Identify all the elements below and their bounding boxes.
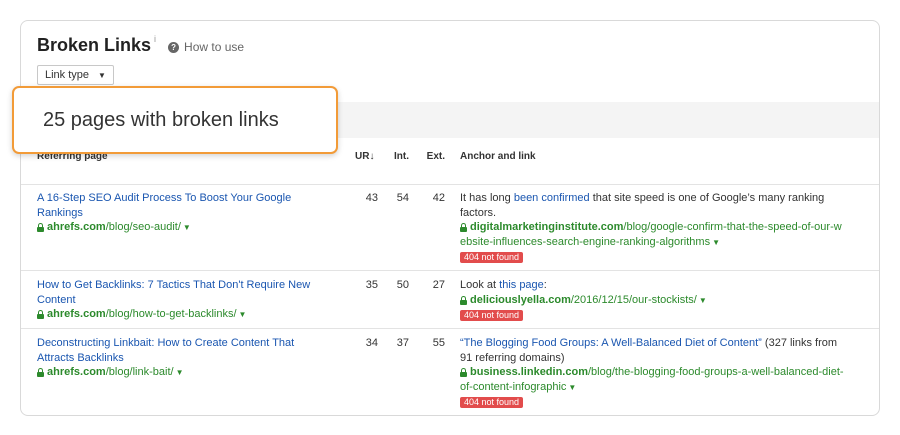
status-badge: 404 not found	[460, 310, 524, 321]
col-ur[interactable]: UR↓	[355, 151, 374, 162]
ext-value: 27	[432, 279, 445, 291]
referring-title[interactable]: A 16-Step SEO Audit Process To Boost You…	[37, 191, 337, 220]
lock-icon	[37, 368, 44, 377]
referring-url[interactable]: ahrefs.com/blog/link-bait/▼	[37, 365, 337, 381]
table-row-3-anchor: “The Blogging Food Groups: A Well-Balanc…	[460, 336, 875, 410]
referring-url[interactable]: ahrefs.com/blog/seo-audit/▼	[37, 220, 337, 236]
col-ext[interactable]: Ext.	[415, 151, 445, 162]
table-row-2-referring: How to Get Backlinks: 7 Tactics That Don…	[37, 278, 337, 323]
caret-down-icon: ▼	[98, 70, 106, 80]
table-row-1-anchor: It has long been confirmed that site spe…	[460, 191, 875, 265]
sort-down-icon: ↓	[369, 151, 375, 162]
header-divider	[21, 184, 879, 185]
url-dropdown-icon[interactable]: ▼	[176, 368, 184, 377]
table-row-3-referring: Deconstructing Linkbait: How to Create C…	[37, 336, 337, 381]
ur-value: 34	[365, 337, 378, 349]
callout-text: 25 pages with broken links	[43, 108, 279, 131]
anchor-text: It has long been confirmed that site spe…	[460, 192, 825, 219]
anchor-link[interactable]: been confirmed	[514, 192, 590, 204]
lock-icon	[460, 368, 467, 377]
lock-icon	[460, 295, 467, 305]
lock-icon	[37, 223, 44, 232]
url-dropdown-icon[interactable]: ▼	[183, 223, 191, 232]
url-dropdown-icon[interactable]: ▼	[239, 310, 247, 319]
url-dropdown-icon[interactable]: ▼	[568, 383, 576, 392]
how-to-use-link[interactable]: ? How to use	[168, 40, 244, 54]
page-title: Broken Links	[37, 35, 152, 55]
referring-title[interactable]: Deconstructing Linkbait: How to Create C…	[37, 336, 337, 365]
info-icon[interactable]: i	[154, 34, 156, 44]
how-to-use-label: How to use	[184, 40, 245, 54]
referring-url[interactable]: ahrefs.com/blog/how-to-get-backlinks/▼	[37, 307, 337, 323]
target-url[interactable]: business.linkedin.com/blog/the-blogging-…	[460, 365, 875, 395]
col-ur-label: UR	[355, 151, 370, 162]
question-icon: ?	[168, 41, 180, 53]
ext-value: 55	[432, 337, 445, 349]
row-divider	[21, 270, 879, 271]
lock-icon	[37, 310, 44, 319]
broken-links-card: Broken Links i ? How to use Link type ▼ …	[20, 20, 880, 416]
link-type-dropdown[interactable]: Link type ▼	[37, 65, 114, 85]
table-row-2-anchor: Look at this page: deliciouslyella.com/2…	[460, 278, 875, 323]
title-row: Broken Links i ? How to use	[37, 34, 244, 56]
status-badge: 404 not found	[460, 252, 524, 263]
row-divider	[21, 328, 879, 329]
int-value: 50	[396, 279, 409, 291]
referring-title[interactable]: How to Get Backlinks: 7 Tactics That Don…	[37, 278, 337, 307]
anchor-link[interactable]: this page	[499, 279, 544, 291]
col-int[interactable]: Int.	[379, 151, 409, 162]
int-value: 37	[396, 337, 409, 349]
anchor-link[interactable]: “The Blogging Food Groups: A Well-Balanc…	[460, 337, 762, 349]
url-dropdown-icon[interactable]: ▼	[712, 238, 720, 247]
anchor-text: “The Blogging Food Groups: A Well-Balanc…	[460, 337, 838, 364]
link-type-label: Link type	[45, 69, 90, 81]
ext-value: 42	[432, 192, 445, 204]
ur-value: 35	[365, 279, 378, 291]
url-dropdown-icon[interactable]: ▼	[699, 296, 707, 305]
ur-value: 43	[365, 192, 378, 204]
target-url[interactable]: deliciouslyella.com/2016/12/15/our-stock…	[460, 293, 875, 309]
pages-count-callout: 25 pages with broken links	[12, 86, 338, 154]
int-value: 54	[396, 192, 409, 204]
table-row-1-referring: A 16-Step SEO Audit Process To Boost You…	[37, 191, 337, 236]
status-badge: 404 not found	[460, 397, 524, 408]
col-anchor-and-link[interactable]: Anchor and link	[460, 151, 536, 162]
lock-icon	[460, 223, 467, 232]
target-url[interactable]: digitalmarketinginstitute.com/blog/googl…	[460, 220, 875, 250]
anchor-text: Look at this page:	[460, 279, 547, 291]
